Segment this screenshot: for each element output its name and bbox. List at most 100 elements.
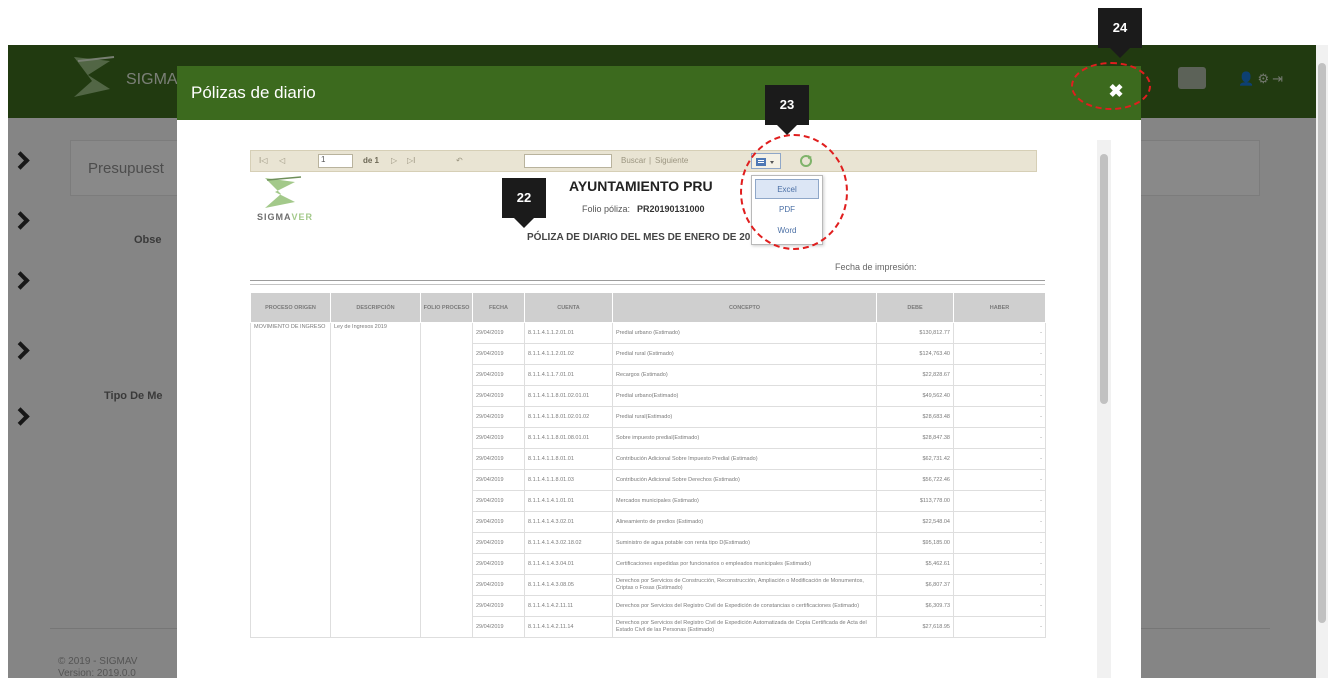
concepto-cell: Derechos por Servicios del Registro Civi… [612,595,877,617]
folio-proceso-cell [420,322,473,638]
page: SIGMA 👤⚙⇥ Presupuest Obse Tipo De Me © 2… [0,0,1328,678]
descripcion-cell: Ley de Ingresos 2019 [330,322,421,638]
table-row: MOVIMIENTO DE INGRESO Ley de Ingresos 201… [250,322,1046,638]
report-search-input[interactable] [524,154,612,168]
page-scrollbar-thumb[interactable] [1318,63,1326,623]
column-header: DESCRIPCIÓN [330,292,421,323]
column-header: CONCEPTO [612,292,877,323]
annotation-circle-export [740,134,848,250]
cuenta-cell: 8.1.1.4.1.1.8.01.02.01.02 [524,406,613,428]
concepto-cell: Contribución Adicional Sobre Derechos (E… [612,469,877,491]
modal-body: I◁ ◁ 1 de 1 ▷ ▷I ↶ Buscar | Siguiente SI… [177,120,1141,678]
cuenta-cell: 8.1.1.4.1.4.3.02.01 [524,511,613,533]
last-page-button[interactable]: ▷I [407,156,415,165]
modal-header: Pólizas de diario ✖ [177,66,1141,120]
column-header: PROCESO ORIGEN [250,292,331,323]
folio-value: PR20190131000 [637,204,705,214]
debe-cell: $28,683.48 [876,406,954,428]
haber-cell: - [953,385,1046,407]
fecha-cell: 29/04/2019 [472,574,525,596]
debe-cell: $62,731.42 [876,448,954,470]
callout-badge: 23 [765,85,809,135]
report-logo-text-a: SIGMA [257,212,292,222]
callout-badge: 24 [1098,8,1142,58]
debe-cell: $113,778.00 [876,490,954,512]
concepto-cell: Predial urbano (Estimado) [612,322,877,344]
fecha-cell: 29/04/2019 [472,427,525,449]
debe-cell: $5,462.61 [876,553,954,575]
concepto-cell: Predial urbano(Estimado) [612,385,877,407]
debe-cell: $22,548.04 [876,511,954,533]
fecha-cell: 29/04/2019 [472,553,525,575]
report-logo-icon [265,176,302,208]
cuenta-cell: 8.1.1.4.1.1.2.01.01 [524,322,613,344]
concepto-cell: Sobre impuesto predial(Estimado) [612,427,877,449]
cuenta-cell: 8.1.1.4.1.4.2.11.14 [524,616,613,638]
debe-cell: $27,618.95 [876,616,954,638]
concepto-cell: Predial rural (Estimado) [612,343,877,365]
fecha-cell: 29/04/2019 [472,595,525,617]
table-header-row: PROCESO ORIGEN DESCRIPCIÓN FOLIO PROCESO… [250,292,1046,323]
fecha-cell: 29/04/2019 [472,511,525,533]
report-divider [250,280,1045,281]
poliza-table: PROCESO ORIGEN DESCRIPCIÓN FOLIO PROCESO… [250,292,1046,638]
next-page-button[interactable]: ▷ [391,156,397,165]
debe-cell: $95,185.00 [876,532,954,554]
folio-label: Folio póliza: [582,204,631,214]
cuenta-cell: 8.1.1.4.1.4.3.02.18.02 [524,532,613,554]
debe-cell: $22,828.67 [876,364,954,386]
fecha-cell: 29/04/2019 [472,532,525,554]
search-next-link[interactable]: Siguiente [655,156,688,165]
first-page-button[interactable]: I◁ [259,156,267,165]
debe-cell: $28,847.38 [876,427,954,449]
haber-cell: - [953,343,1046,365]
fecha-cell: 29/04/2019 [472,490,525,512]
report-scrollbar[interactable] [1097,140,1111,678]
report-logo-text-b: VER [291,212,314,222]
report-logo-text: SIGMAVER [257,212,313,222]
column-header: FOLIO PROCESO [420,292,473,323]
column-header: FECHA [472,292,525,323]
haber-cell: - [953,511,1046,533]
polizas-modal: Pólizas de diario ✖ I◁ ◁ 1 de 1 ▷ ▷I ↶ B… [177,66,1141,678]
search-link[interactable]: Buscar [621,156,646,165]
fecha-cell: 29/04/2019 [472,616,525,638]
toolbar-separator: | [649,156,652,165]
haber-cell: - [953,490,1046,512]
callout-badge: 22 [502,178,546,228]
table-body: MOVIMIENTO DE INGRESO Ley de Ingresos 201… [250,322,1046,638]
report-title: AYUNTAMIENTO PRU [569,178,713,194]
debe-cell: $130,812.77 [876,322,954,344]
page-scrollbar[interactable] [1316,45,1328,678]
fecha-cell: 29/04/2019 [472,364,525,386]
report-scrollbar-thumb[interactable] [1100,154,1108,404]
page-number-input[interactable]: 1 [318,154,353,168]
report-subtitle: PÓLIZA DE DIARIO DEL MES DE ENERO DE 201… [527,232,762,243]
report-divider [250,284,1045,285]
cuenta-cell: 8.1.1.4.1.4.2.11.11 [524,595,613,617]
concepto-cell: Predial rural(Estimado) [612,406,877,428]
cuenta-cell: 8.1.1.4.1.1.8.01.01 [524,448,613,470]
haber-cell: - [953,532,1046,554]
debe-cell: $56,722.46 [876,469,954,491]
page-count-label: de 1 [363,156,380,165]
cuenta-cell: 8.1.1.4.1.4.3.08.05 [524,574,613,596]
cuenta-cell: 8.1.1.4.1.1.8.01.08.01.01 [524,427,613,449]
fecha-cell: 29/04/2019 [472,448,525,470]
column-header: CUENTA [524,292,613,323]
cuenta-cell: 8.1.1.4.1.1.7.01.01 [524,364,613,386]
debe-cell: $124,763.40 [876,343,954,365]
prev-page-button[interactable]: ◁ [279,156,285,165]
concepto-cell: Contribución Adicional Sobre Impuesto Pr… [612,448,877,470]
concepto-cell: Alineamiento de predios (Estimado) [612,511,877,533]
haber-cell: - [953,616,1046,638]
concepto-cell: Certificaciones expedidas por funcionari… [612,553,877,575]
debe-cell: $49,562.40 [876,385,954,407]
back-icon[interactable]: ↶ [456,156,463,165]
cuenta-cell: 8.1.1.4.1.1.8.01.02.01.01 [524,385,613,407]
annotation-circle-close [1071,62,1151,110]
debe-cell: $6,309.73 [876,595,954,617]
concepto-cell: Mercados municipales (Estimado) [612,490,877,512]
concepto-cell: Derechos por Servicios del Registro Civi… [612,616,877,638]
haber-cell: - [953,469,1046,491]
